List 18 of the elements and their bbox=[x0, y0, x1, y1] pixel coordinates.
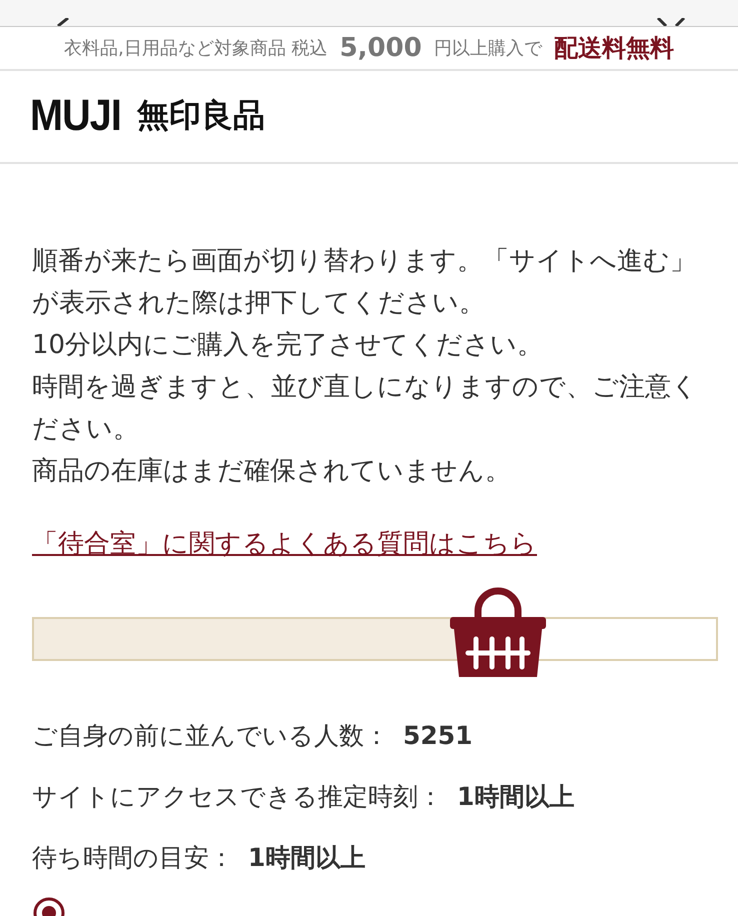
brand-logo[interactable]: MUJI bbox=[30, 91, 121, 142]
free-shipping-text: 配送料無料 bbox=[554, 32, 674, 64]
notice-text: 商品の在庫はまだ確保されていません。 bbox=[32, 455, 512, 488]
stat-value: 1時間以上 bbox=[248, 842, 366, 874]
stat-label: 待ち時間の目安： bbox=[32, 842, 234, 874]
banner-text: 衣料品,日用品など対象商品 税込 bbox=[64, 36, 328, 60]
notice-text: 時間を過ぎますと、並び直しになりますので、ご注意ください。 bbox=[32, 371, 699, 446]
stat-value: 1時間以上 bbox=[457, 781, 574, 813]
banner-text: 円以上購入で bbox=[434, 36, 542, 60]
notice-text: 10分以内にご購入を完了させてください。 bbox=[32, 329, 544, 362]
faq-link[interactable]: 「待合室」に関するよくある質問はこちら bbox=[32, 526, 706, 561]
close-icon[interactable] bbox=[654, 18, 688, 26]
stat-label: ご自身の前に並んでいる人数： bbox=[32, 720, 389, 752]
stat-value: 5251 bbox=[403, 721, 473, 750]
notice-text: 順番が来たら画面が切り替わります。「サイトへ進む」が表示された際は押下してください。 bbox=[32, 245, 697, 320]
stat-label: サイトにアクセスできる推定時刻： bbox=[32, 781, 443, 813]
brand-name[interactable]: 無印良品 bbox=[137, 94, 266, 138]
banner-amount: 5,000 bbox=[340, 32, 422, 63]
